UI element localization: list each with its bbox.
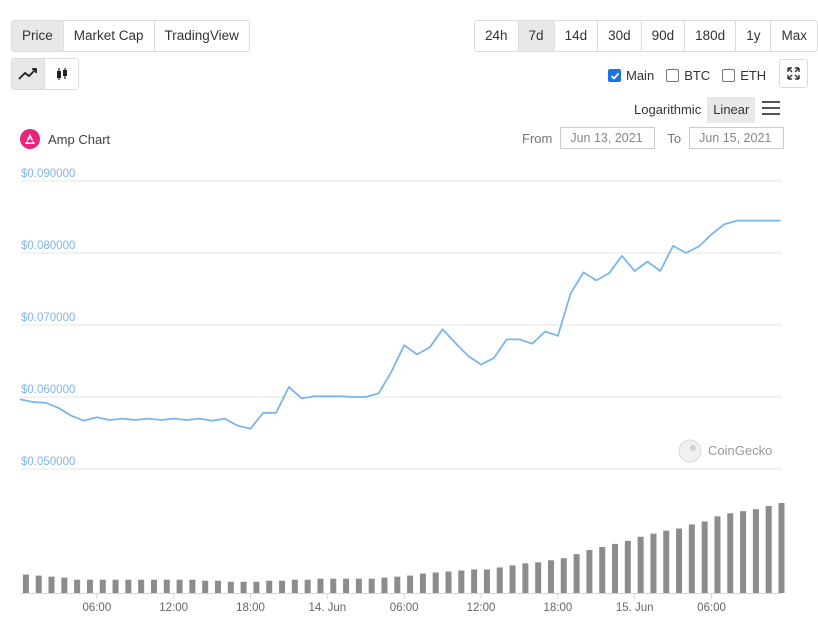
volume-bar: [35, 575, 42, 593]
x-tick-label: 18:00: [236, 602, 265, 614]
volume-bar: [740, 511, 747, 593]
volume-bar: [599, 546, 606, 593]
volume-bar: [343, 578, 350, 593]
volume-bar: [458, 570, 465, 593]
volume-bar: [419, 573, 426, 593]
volume-bar: [471, 569, 478, 593]
volume-bar: [586, 550, 593, 593]
volume-bar: [714, 516, 721, 593]
volume-bar: [535, 562, 542, 593]
volume-bar: [573, 554, 580, 593]
volume-bar: [291, 579, 298, 593]
volume-bar: [253, 581, 260, 593]
volume-bar: [368, 578, 375, 593]
volume-bar: [189, 579, 196, 593]
volume-bar: [381, 577, 388, 593]
volume-bar: [727, 513, 734, 593]
volume-bar: [637, 536, 644, 593]
volume-bar: [74, 579, 81, 593]
volume-bar: [394, 576, 401, 593]
y-tick-label: $0.050000: [21, 456, 75, 468]
volume-bar: [150, 579, 157, 593]
volume-bar: [650, 533, 657, 593]
price-chart: $0.050000 $0.060000 $0.070000 $0.080000 $0.0…: [19, 168, 785, 614]
x-tick-label: 18:00: [543, 602, 572, 614]
volume-bar: [407, 575, 414, 593]
coingecko-watermark: CoinGecko: [678, 439, 772, 463]
volume-bar: [778, 503, 785, 593]
volume-bar: [202, 580, 209, 593]
volume-bar: [688, 524, 695, 593]
watermark-text: CoinGecko: [708, 443, 772, 458]
x-tick-label: 06:00: [697, 602, 726, 614]
volume-bar: [432, 572, 439, 593]
volume-bar: [163, 579, 170, 593]
volume-bar: [279, 580, 286, 593]
volume-bar: [701, 521, 708, 593]
volume-bar: [176, 579, 183, 593]
volume-bar: [445, 571, 452, 593]
volume-bar: [86, 579, 93, 593]
volume-bar: [509, 565, 516, 593]
y-tick-label: $0.070000: [21, 312, 75, 324]
volume-bar: [266, 580, 273, 593]
volume-bar: [676, 528, 683, 593]
volume-bar: [752, 509, 759, 593]
volume-bar: [112, 579, 119, 593]
y-tick-label: $0.090000: [21, 168, 75, 180]
volume-bar: [22, 574, 29, 593]
volume-bar: [227, 581, 234, 593]
x-tick-label: 12:00: [159, 602, 188, 614]
x-tick-label: 14. Jun: [308, 602, 346, 614]
volume-bar: [304, 579, 311, 593]
volume-bar: [138, 579, 145, 593]
volume-bar: [612, 543, 619, 593]
volume-bar: [317, 578, 324, 593]
volume-bar: [125, 579, 132, 593]
volume-bar: [61, 577, 68, 593]
x-tick-label: 06:00: [82, 602, 111, 614]
volume-bar: [765, 506, 772, 593]
y-tick-label: $0.060000: [21, 384, 75, 396]
volume-bar: [663, 530, 670, 593]
volume-bar: [624, 540, 631, 593]
volume-bar: [48, 576, 55, 593]
volume-bar: [522, 563, 529, 593]
volume-bar: [355, 578, 362, 593]
volume-bar: [330, 578, 337, 593]
volume-bar: [496, 567, 503, 593]
volume-bar: [483, 569, 490, 593]
volume-bar: [99, 579, 106, 593]
x-tick-label: 06:00: [390, 602, 419, 614]
volume-bar: [547, 560, 554, 593]
y-tick-label: $0.080000: [21, 240, 75, 252]
volume-bar: [215, 580, 222, 593]
volume-bar: [560, 558, 567, 593]
x-tick-label: 15. Jun: [616, 602, 654, 614]
volume-bar: [240, 581, 247, 593]
x-tick-label: 12:00: [467, 602, 496, 614]
